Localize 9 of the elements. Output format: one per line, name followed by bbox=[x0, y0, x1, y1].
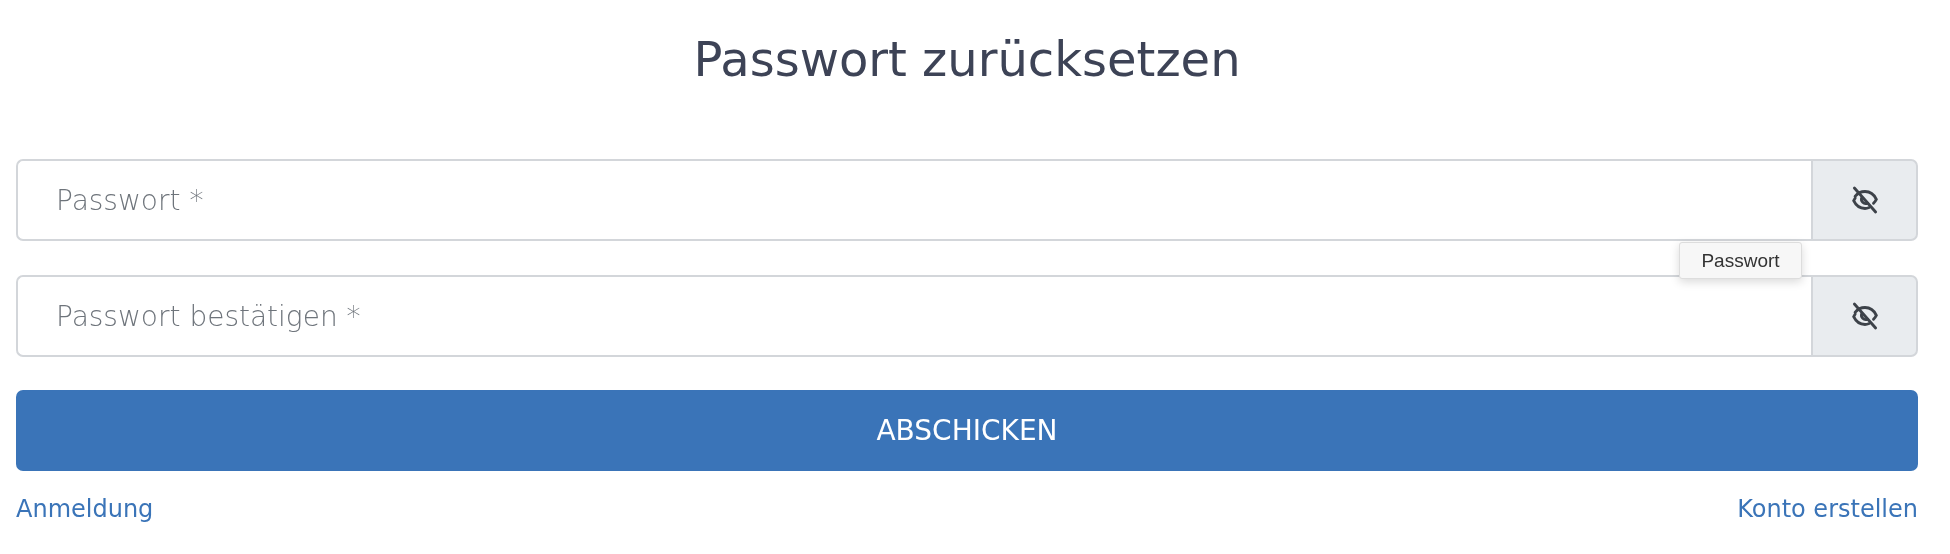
link[interactable]: Anmeldung bbox=[16, 495, 154, 523]
visibility-toggle-button[interactable] bbox=[1811, 275, 1918, 357]
password-field[interactable]: Passwort * bbox=[16, 159, 1811, 241]
visibility-toggle-button[interactable] bbox=[1811, 159, 1918, 241]
tooltip: Passwort bbox=[1679, 242, 1802, 279]
page-title: Passwort zurücksetzen bbox=[692, 30, 1242, 89]
password-field[interactable]: Passwort bestätigen * bbox=[16, 275, 1811, 357]
submit-button[interactable]: ABSCHICKEN bbox=[16, 390, 1918, 471]
link[interactable]: Konto erstellen bbox=[1737, 495, 1918, 523]
